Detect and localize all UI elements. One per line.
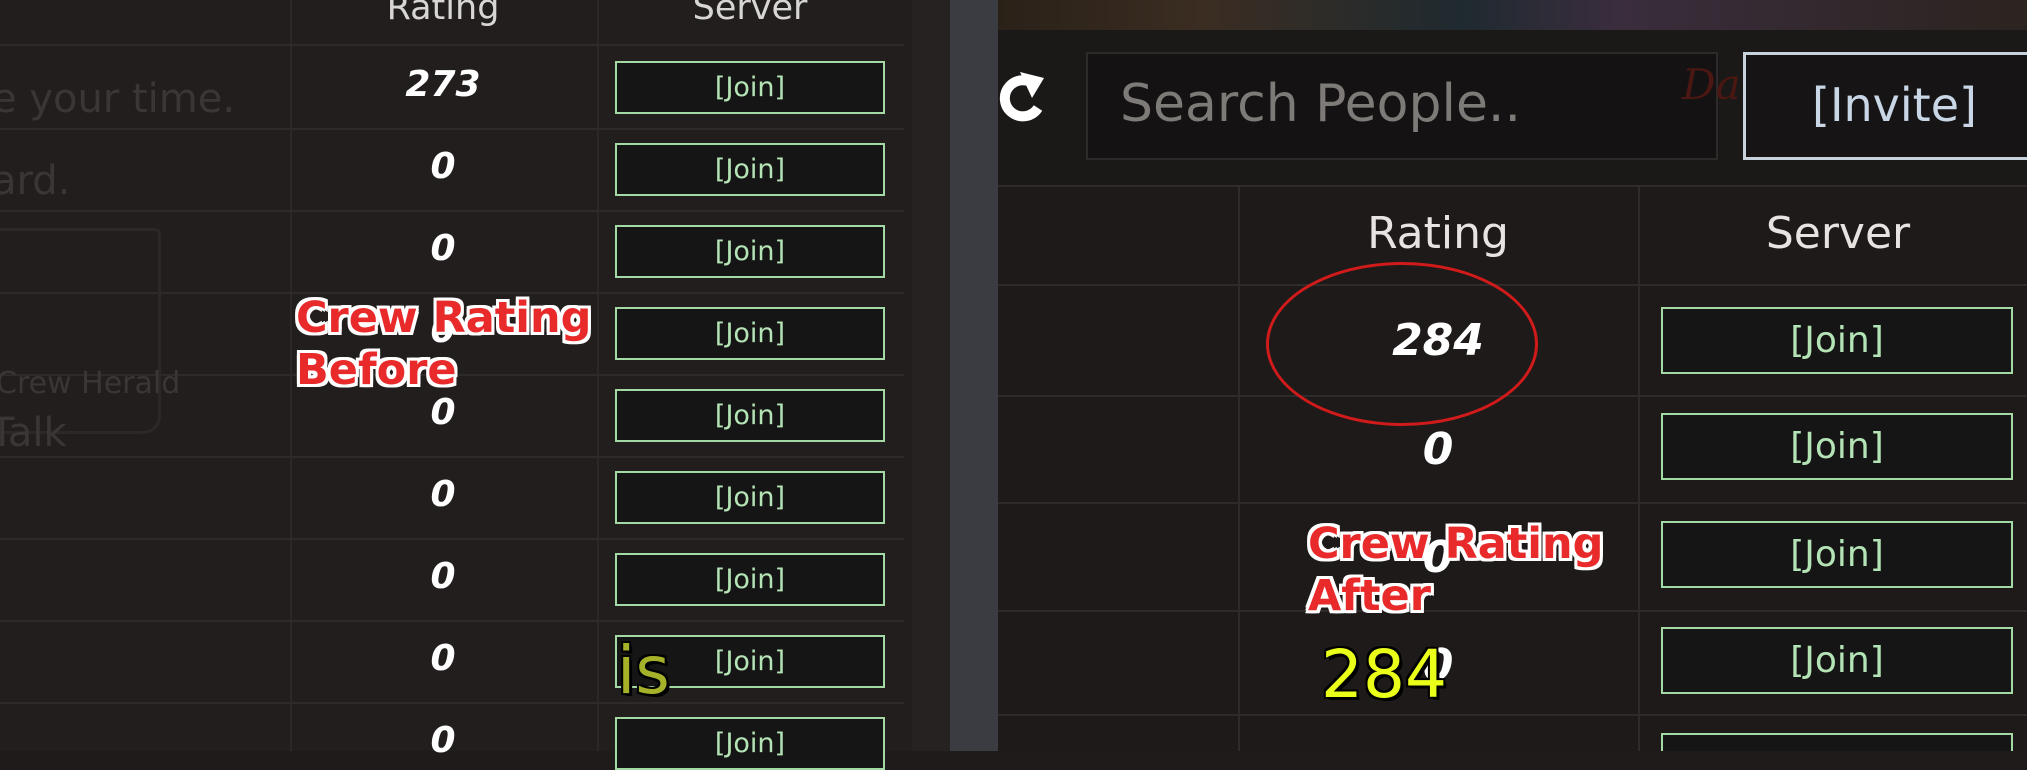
row-divider — [998, 502, 2027, 504]
join-server-button[interactable]: [Join] — [615, 553, 885, 606]
scrollbar-track[interactable] — [912, 0, 950, 751]
row-divider — [0, 44, 904, 46]
background-text: ard. — [0, 158, 71, 204]
row-divider — [998, 185, 2027, 187]
crew-rating-value: 0 — [430, 228, 456, 269]
server-column-header: Server — [692, 0, 808, 28]
after-crew-panel: Search People.. Dalliance [Invite] Ratin… — [998, 0, 2027, 751]
crew-rating-value: 0 — [430, 638, 456, 679]
row-divider — [0, 456, 904, 458]
rating-column-header: Rating — [1367, 208, 1509, 259]
rating-column-header: Rating — [386, 0, 500, 28]
after-label-line2: After — [1308, 571, 1431, 621]
row-divider — [998, 284, 2027, 286]
before-label-line2: Before — [296, 345, 457, 395]
join-server-button[interactable]: [Join] — [615, 143, 885, 196]
row-divider — [998, 714, 2027, 716]
join-server-button[interactable]: [Join] — [615, 717, 885, 770]
join-server-button[interactable]: [Join] — [615, 389, 885, 442]
join-server-button[interactable]: [Join] — [615, 307, 885, 360]
crew-rating-value: 0 — [1422, 424, 1454, 475]
crew-rating-value: 0 — [430, 474, 456, 515]
caption-value: 284 — [1321, 636, 1447, 713]
background-text: Talk — [0, 410, 67, 456]
crew-rating-value: 0 — [430, 720, 456, 761]
crew-rating-value: 0 — [430, 392, 456, 433]
row-divider — [0, 620, 904, 622]
search-people-input[interactable]: Search People.. — [1086, 52, 1718, 160]
background-speech-bubble — [0, 228, 161, 434]
crew-rating-value: 0 — [430, 556, 456, 597]
refresh-icon[interactable] — [998, 68, 1048, 128]
join-server-button[interactable]: [Join] — [1661, 627, 2013, 694]
server-column-header: Server — [1765, 208, 1911, 259]
row-divider — [0, 702, 904, 704]
panel-separator — [950, 0, 998, 751]
join-server-button[interactable]: [Join] — [1661, 413, 2013, 480]
join-server-button[interactable]: [Join] — [1661, 307, 2013, 374]
before-label: Crew Rating Before — [296, 292, 591, 396]
avatar-preview-strip — [998, 0, 2027, 30]
highlight-circle — [1266, 262, 1538, 426]
row-divider — [0, 128, 904, 130]
after-label: Crew Rating After — [1308, 518, 1603, 622]
column-divider — [1238, 185, 1240, 751]
row-divider — [998, 395, 2027, 397]
background-text: e your time. — [0, 76, 236, 122]
background-text: Crew Herald — [0, 366, 181, 401]
join-server-button[interactable]: [Join] — [615, 225, 885, 278]
column-divider — [1638, 185, 1640, 751]
join-server-button[interactable]: [Join] — [1661, 521, 2013, 588]
row-divider — [0, 538, 904, 540]
join-server-button[interactable]: [Join] — [1661, 733, 2013, 751]
after-label-line1: Crew Rating — [1308, 519, 1604, 569]
row-divider — [0, 210, 904, 212]
join-server-button[interactable]: [Join] — [615, 61, 885, 114]
crew-rating-value: 273 — [405, 64, 481, 105]
caption-word: is — [617, 632, 670, 709]
before-label-line1: Crew Rating — [296, 293, 592, 343]
join-server-button[interactable]: [Join] — [615, 471, 885, 524]
crew-rating-value: 0 — [430, 146, 456, 187]
invite-button[interactable]: [Invite] — [1743, 52, 2027, 160]
before-crew-panel: e your time. ard. Crew Herald Talk Ratin… — [0, 0, 912, 770]
